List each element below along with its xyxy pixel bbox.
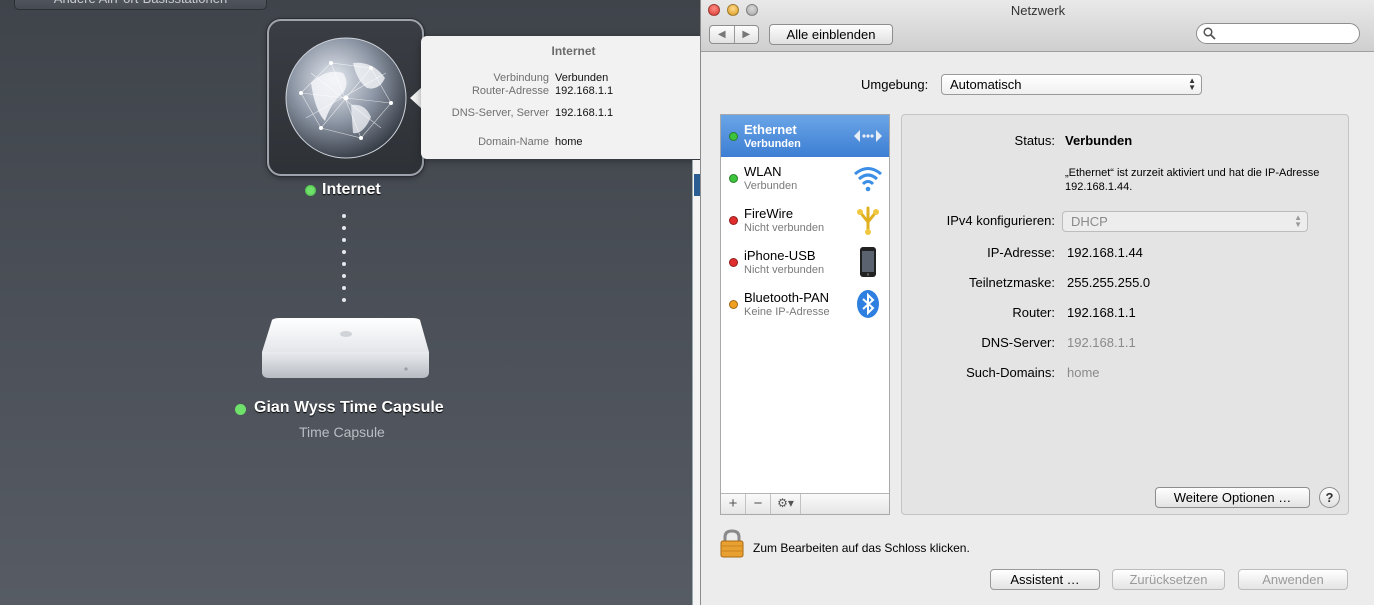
service-status: Nicht verbunden <box>744 264 825 276</box>
time-capsule-icon[interactable] <box>258 316 433 386</box>
popover-key: Router-Adresse <box>471 85 549 97</box>
subnet-mask-label: Teilnetzmaske: <box>969 275 1055 290</box>
apply-button[interactable]: Anwenden <box>1238 569 1348 590</box>
airport-utility-canvas: Andere AirPort-Basisstationen <box>0 0 700 605</box>
service-item-wlan[interactable]: WLAN Verbunden <box>721 157 889 199</box>
service-name: iPhone-USB <box>744 248 816 263</box>
dns-server-label: DNS-Server: <box>981 335 1055 350</box>
updown-arrows-icon: ▲ ▼ <box>1294 213 1302 229</box>
router-label: Router: <box>1012 305 1055 320</box>
ip-address-value: 192.168.1.44 <box>1067 245 1143 260</box>
search-domains-label: Such-Domains: <box>966 365 1055 380</box>
iphone-icon <box>860 247 876 277</box>
status-dot <box>729 258 738 267</box>
service-status: Verbunden <box>744 180 798 192</box>
device-model: Time Capsule <box>299 424 385 440</box>
popover-key: DNS-Server, Server <box>451 107 549 119</box>
globe-icon <box>285 37 407 159</box>
location-label: Umgebung: <box>861 77 929 92</box>
gear-menu-button[interactable]: ⚙▾ <box>771 494 801 514</box>
popover-value: 192.168.1.1 <box>555 107 614 119</box>
service-status: Verbunden <box>744 138 801 150</box>
lock-hint-text: Zum Bearbeiten auf das Schloss klicken. <box>753 541 970 555</box>
router-value: 192.168.1.1 <box>1067 305 1136 320</box>
status-note: „Ethernet“ ist zurzeit aktiviert und hat… <box>1065 167 1320 193</box>
status-dot <box>729 174 738 183</box>
service-list: Ethernet Verbunden WLAN Verbunden FireWi… <box>720 114 890 515</box>
ip-address-label: IP-Adresse: <box>987 245 1055 260</box>
connection-line <box>342 214 347 304</box>
forward-arrow-icon[interactable]: ▶ <box>735 26 759 43</box>
advanced-options-button[interactable]: Weitere Optionen … <box>1155 487 1310 508</box>
popover-value: home <box>555 136 583 148</box>
status-label: Status: <box>1014 133 1055 148</box>
service-name: FireWire <box>744 206 794 221</box>
service-status: Keine IP-Adresse <box>744 306 830 318</box>
background-window-edge <box>692 160 700 605</box>
back-forward-control[interactable]: ◀ ▶ <box>709 25 759 44</box>
dns-server-value: 192.168.1.1 <box>1067 335 1136 350</box>
back-arrow-icon[interactable]: ◀ <box>710 26 735 43</box>
add-service-button[interactable]: + <box>721 494 746 514</box>
search-icon <box>1203 27 1216 40</box>
window-title: Netzwerk <box>1010 3 1066 18</box>
service-name: Bluetooth-PAN <box>744 290 830 305</box>
service-item-firewire[interactable]: FireWire Nicht verbunden <box>721 199 889 241</box>
status-value: Verbunden <box>1065 133 1133 148</box>
ipv4-value: DHCP <box>1071 214 1108 229</box>
network-preferences-window: Netzwerk ◀ ▶ Alle einblenden Umgebung: A… <box>700 0 1374 605</box>
internet-status-dot <box>305 185 316 196</box>
device-status-dot <box>235 404 246 415</box>
popover-value: 192.168.1.1 <box>555 85 614 97</box>
ethernet-icon <box>854 130 882 142</box>
popover-value: Verbunden <box>555 72 609 84</box>
show-all-button[interactable]: Alle einblenden <box>769 24 893 45</box>
location-value: Automatisch <box>950 77 1022 92</box>
service-detail-panel: Status: Verbunden „Ethernet“ ist zurzeit… <box>901 114 1349 515</box>
window-titlebar: Netzwerk ◀ ▶ Alle einblenden <box>701 0 1374 52</box>
assistant-button[interactable]: Assistent … <box>990 569 1100 590</box>
bluetooth-icon <box>857 290 879 318</box>
subnet-mask-value: 255.255.255.0 <box>1067 275 1151 290</box>
service-name: Ethernet <box>744 122 797 137</box>
firewire-icon <box>857 206 879 235</box>
service-item-ethernet[interactable]: Ethernet Verbunden <box>721 115 889 157</box>
remove-service-button[interactable]: − <box>746 494 771 514</box>
other-basestations-button[interactable]: Andere AirPort-Basisstationen <box>14 0 267 10</box>
popover-key: Verbindung <box>493 72 549 84</box>
service-item-bluetooth-pan[interactable]: Bluetooth-PAN Keine IP-Adresse <box>721 283 889 325</box>
internet-info-popover: Internet Verbindung Verbunden Router-Adr… <box>421 36 700 159</box>
service-name: WLAN <box>744 164 782 179</box>
service-list-toolbar: + − ⚙▾ <box>721 493 889 514</box>
updown-arrows-icon: ▲ ▼ <box>1188 76 1196 92</box>
status-dot <box>729 132 738 141</box>
service-item-iphone-usb[interactable]: iPhone-USB Nicht verbunden <box>721 241 889 283</box>
ipv4-label: IPv4 konfigurieren: <box>946 213 1055 228</box>
popover-key: Domain-Name <box>478 136 549 148</box>
revert-button[interactable]: Zurücksetzen <box>1112 569 1225 590</box>
wifi-icon <box>854 167 882 192</box>
search-input[interactable] <box>1196 23 1360 44</box>
lock-icon[interactable] <box>719 529 745 559</box>
internet-tile[interactable] <box>267 19 424 176</box>
ipv4-configure-select[interactable]: DHCP ▲ ▼ <box>1062 211 1308 232</box>
internet-label: Internet <box>322 181 381 198</box>
service-status: Nicht verbunden <box>744 222 825 234</box>
search-domains-value: home <box>1067 365 1100 380</box>
popover-title: Internet <box>551 44 596 58</box>
device-name: Gian Wyss Time Capsule <box>254 399 444 416</box>
location-select[interactable]: Automatisch ▲ ▼ <box>941 74 1202 95</box>
status-dot <box>729 300 738 309</box>
help-button[interactable]: ? <box>1319 487 1340 508</box>
status-dot <box>729 216 738 225</box>
